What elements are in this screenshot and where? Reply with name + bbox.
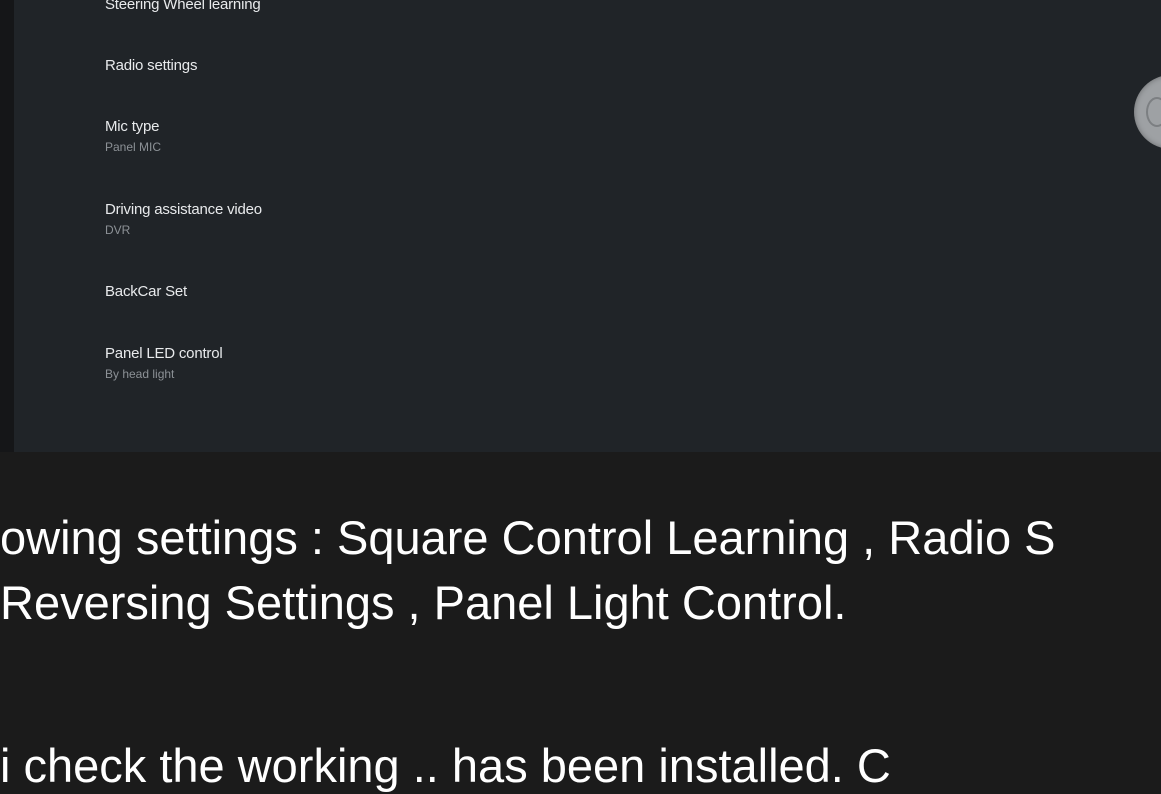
setting-steering-wheel-learning[interactable]: Steering Wheel learning [105,0,261,14]
settings-screen: Steering Wheel learning Radio settings M… [14,0,1161,452]
setting-label: Panel LED control [105,345,223,362]
setting-value: Panel MIC [105,140,162,154]
setting-value: DVR [105,223,131,237]
setting-value: By head light [105,367,175,381]
setting-label: Steering Wheel learning [105,0,261,13]
setting-label: Radio settings [105,57,198,74]
setting-panel-led-control[interactable]: Panel LED control By head light [105,345,223,381]
screen-bezel [0,0,14,452]
setting-driving-assistance-video[interactable]: Driving assistance video DVR [105,201,262,237]
setting-backcar-set[interactable]: BackCar Set [105,283,187,301]
caption-line-3: i check the working .. has been installe… [0,739,891,792]
assistive-button-icon [1146,97,1161,127]
caption-line-2: Reversing Settings , Panel Light Control… [0,576,847,629]
setting-radio-settings[interactable]: Radio settings [105,57,197,75]
setting-mic-type[interactable]: Mic type Panel MIC [105,118,161,154]
floating-assistive-button[interactable] [1134,75,1161,149]
setting-label: Mic type [105,118,160,135]
caption-line-1: owing settings : Square Control Learning… [0,511,1056,564]
setting-label: BackCar Set [105,283,187,300]
setting-label: Driving assistance video [105,201,262,218]
